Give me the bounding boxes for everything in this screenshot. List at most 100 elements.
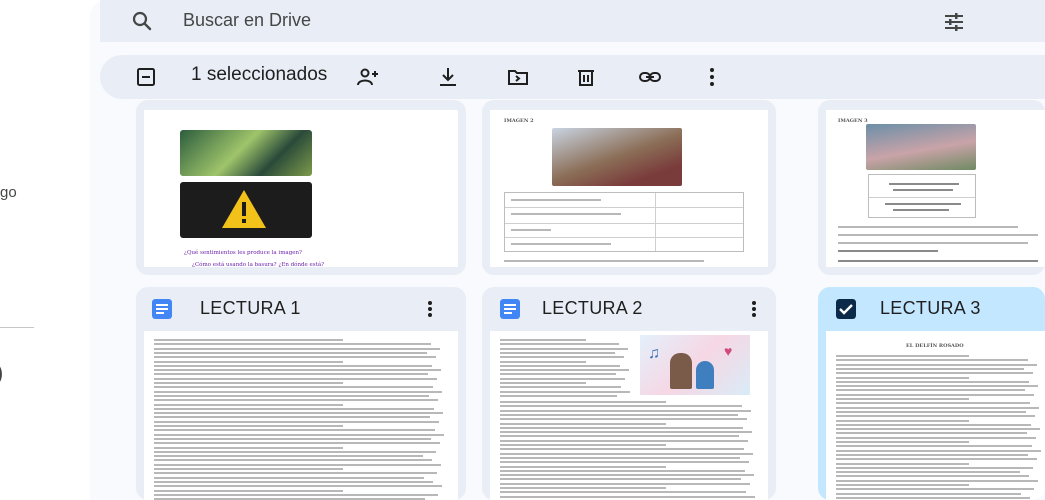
thumbnail-image-music: ♫ ♥: [640, 335, 750, 395]
text-line: [154, 425, 343, 427]
thumbnail-heading: IMAGEN 2: [504, 118, 534, 124]
text-line: [154, 386, 433, 389]
text-line: [836, 432, 1027, 435]
thumbnail-heading: IMAGEN 3: [838, 118, 868, 124]
text-line: [500, 369, 629, 372]
text-line: [500, 394, 617, 397]
more-options-icon[interactable]: [744, 299, 764, 319]
left-navigation: go ): [0, 0, 90, 500]
text-line: [500, 413, 738, 416]
nav-fragment: ): [0, 360, 3, 386]
text-line: [154, 476, 424, 479]
text-line: [836, 466, 1033, 469]
text-line: [154, 446, 343, 449]
file-name[interactable]: LECTURA 3: [880, 298, 981, 319]
search-icon[interactable]: [130, 9, 154, 33]
text-line: [500, 452, 753, 455]
thumbnail-heading: EL DELFÍN ROSADO: [906, 343, 964, 349]
thumbnail-image-warning: [180, 182, 312, 238]
text-line: [500, 386, 621, 389]
text-line: [500, 418, 747, 421]
text-line: [836, 488, 1034, 491]
clear-selection-icon[interactable]: [134, 65, 158, 89]
text-line: [154, 339, 343, 341]
docs-icon: [152, 299, 172, 319]
text-line: [500, 474, 754, 477]
text-line: [836, 376, 970, 379]
text-line: [154, 399, 438, 402]
checkbox-checked-icon[interactable]: [836, 299, 856, 319]
selection-count: 1 seleccionados: [191, 64, 328, 85]
text-line: [836, 367, 1024, 370]
text-line: [154, 472, 437, 475]
text-line: [154, 450, 436, 453]
text-line: [154, 407, 434, 410]
search-bar[interactable]: Buscar en Drive: [100, 0, 1045, 42]
text-line: [500, 431, 752, 434]
text-line: [500, 390, 630, 393]
file-thumbnail: EL DELFÍN ROSADO: [826, 331, 1045, 500]
thumbnail-table: [504, 192, 744, 252]
more-actions-icon[interactable]: [700, 65, 724, 89]
text-line: [836, 475, 1029, 478]
text-line: [154, 480, 433, 483]
more-options-icon[interactable]: [420, 299, 440, 319]
text-line: [836, 492, 1021, 495]
text-line: [154, 420, 439, 423]
copy-link-icon[interactable]: [638, 65, 662, 89]
text-line: [154, 437, 431, 440]
text-line: [500, 482, 750, 485]
text-line: [154, 493, 438, 496]
text-line: [500, 364, 620, 367]
file-card-top-1[interactable]: ¿Qué sentimientos les produce la imagen?…: [136, 100, 466, 275]
text-line: [836, 496, 1030, 499]
file-card-top-3[interactable]: IMAGEN 3: [818, 100, 1045, 275]
text-line: [836, 393, 1034, 396]
text-line: [836, 355, 970, 357]
text-line: [154, 433, 444, 436]
file-thumbnail: IMAGEN 2: [490, 110, 768, 267]
filter-options-icon[interactable]: [942, 10, 966, 34]
text-line: [154, 377, 437, 380]
move-to-folder-icon[interactable]: [506, 65, 530, 89]
text-line: [836, 428, 1040, 431]
text-line: [836, 380, 1029, 383]
trash-icon[interactable]: [574, 65, 598, 89]
text-line: [500, 360, 586, 363]
text-line: [500, 347, 628, 350]
text-line: [500, 491, 746, 494]
search-input[interactable]: Buscar en Drive: [183, 10, 311, 31]
file-card-lectura-1[interactable]: LECTURA 1: [136, 287, 466, 500]
file-name[interactable]: LECTURA 1: [200, 298, 301, 319]
file-name[interactable]: LECTURA 2: [542, 298, 643, 319]
text-line: [154, 459, 432, 462]
text-line: [154, 369, 441, 372]
selection-toolbar: 1 seleccionados: [100, 55, 1045, 99]
text-line: [836, 453, 1028, 456]
text-line: [500, 495, 755, 498]
text-line: [154, 412, 443, 415]
text-line: [836, 471, 1020, 474]
text-line: [154, 373, 428, 376]
text-line: [154, 347, 440, 350]
file-card-lectura-3[interactable]: LECTURA 3 EL DELFÍN ROSADO: [818, 287, 1045, 500]
text-line: [154, 390, 442, 393]
thumbnail-table: [868, 174, 976, 218]
file-card-lectura-2[interactable]: LECTURA 2 ♫ ♥: [482, 287, 776, 500]
file-card-top-2[interactable]: IMAGEN 2: [482, 100, 776, 275]
text-line: [154, 468, 343, 470]
text-line: [836, 441, 970, 443]
text-line: [836, 389, 1025, 392]
text-line: [836, 419, 970, 422]
text-line: [836, 372, 1033, 375]
text-line: [836, 479, 1038, 482]
text-line: [500, 356, 624, 359]
text-line: [836, 462, 970, 465]
text-line: [836, 458, 1037, 461]
text-line: [836, 363, 1037, 366]
text-line: [500, 469, 745, 472]
nav-item-text-fragment[interactable]: go: [0, 184, 17, 201]
share-icon[interactable]: [356, 65, 380, 89]
download-icon[interactable]: [436, 65, 460, 89]
text-line: [500, 478, 741, 481]
